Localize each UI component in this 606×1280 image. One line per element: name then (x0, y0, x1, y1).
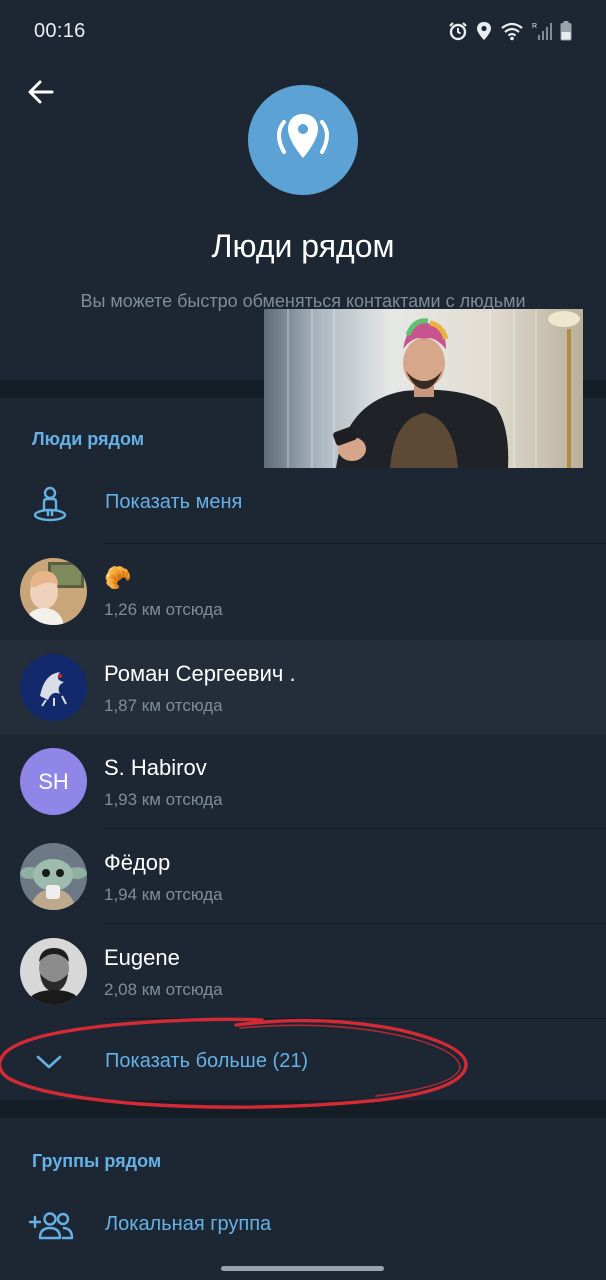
person-pin-icon (28, 486, 72, 522)
person-name: 🥐 (104, 565, 132, 590)
person-distance: 1,93 км отсюда (104, 790, 223, 809)
local-group-label: Локальная группа (105, 1213, 272, 1235)
status-time: 00:16 (34, 19, 86, 42)
divider (104, 1018, 606, 1019)
wifi-icon (501, 22, 523, 41)
video-frame (264, 309, 583, 468)
person-distance: 1,87 км отсюда (104, 696, 223, 715)
avatar (20, 654, 87, 721)
person-distance: 1,26 км отсюда (104, 600, 223, 619)
back-button[interactable] (22, 72, 62, 112)
page-title: Люди рядом (211, 228, 395, 264)
status-icons: R (448, 21, 572, 41)
person-row[interactable]: SH S. Habirov 1,93 км отсюда (0, 734, 606, 829)
person-name: Фёдор (104, 850, 171, 875)
show-me-row[interactable]: Показать меня (0, 472, 606, 534)
arrow-left-icon (28, 80, 54, 104)
person-row[interactable]: Eugene 2,08 км отсюда (0, 924, 606, 1019)
avatar-initials: SH (38, 768, 69, 794)
person-row[interactable]: Роман Сергеевич . 1,87 км отсюда (0, 640, 606, 735)
person-row[interactable]: 🥐 1,26 км отсюда (0, 544, 606, 639)
show-more-row[interactable]: Показать больше (21) (0, 1031, 606, 1093)
chevron-down-icon (28, 1045, 72, 1081)
signal-icon: R (532, 23, 552, 40)
nearby-location-icon (248, 85, 358, 195)
person-name: Eugene (104, 945, 180, 970)
people-nearby-section: Люди рядом Показать меня 🥐 1,26 км отсюд… (0, 398, 606, 1100)
person-distance: 2,08 км отсюда (104, 980, 223, 999)
show-me-label: Показать меня (105, 491, 243, 513)
battery-icon (560, 21, 572, 41)
show-more-label: Показать больше (21) (105, 1050, 309, 1072)
svg-text:R: R (532, 23, 537, 30)
video-overlay[interactable] (264, 309, 583, 468)
person-row[interactable]: Фёдор 1,94 км отсюда (0, 829, 606, 924)
person-name: Роман Сергеевич . (104, 661, 296, 686)
people-section-header: Люди рядом (32, 429, 145, 449)
person-distance: 1,94 км отсюда (104, 885, 223, 904)
avatar (20, 843, 87, 910)
person-name: S. Habirov (104, 755, 207, 780)
avatar: SH (20, 748, 87, 815)
groups-section-header: Группы рядом (32, 1151, 162, 1171)
section-divider (0, 1100, 606, 1118)
alarm-icon (449, 22, 467, 41)
local-group-row[interactable]: Локальная группа (0, 1194, 606, 1256)
add-group-icon (28, 1208, 74, 1244)
home-indicator[interactable] (221, 1266, 384, 1271)
avatar (20, 938, 87, 1005)
avatar (20, 558, 87, 625)
location-icon (477, 22, 491, 40)
status-bar: 00:16 R (0, 0, 606, 62)
groups-nearby-section: Группы рядом Локальная группа (0, 1118, 606, 1280)
